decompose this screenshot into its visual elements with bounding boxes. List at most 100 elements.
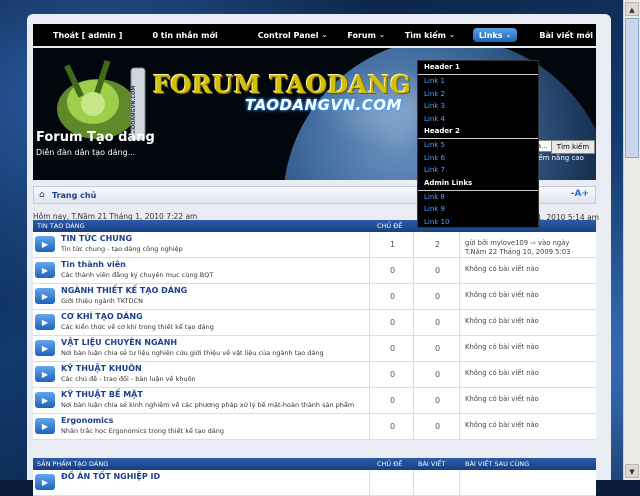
last-post[interactable]: Không có bài viết nào [465, 265, 575, 274]
forum-icon[interactable]: ▶ [35, 262, 55, 278]
nav-private-messages[interactable]: 0 tin nhắn mới [142, 31, 227, 40]
column-divider [459, 258, 460, 283]
column-divider [413, 284, 414, 309]
forum-name[interactable]: VẬT LIỆU CHUYÊN NGÀNH [61, 338, 177, 347]
nav-control-panel[interactable]: Control Panel ⌄ [248, 31, 338, 40]
scroll-down-arrow-icon[interactable]: ▼ [625, 464, 639, 478]
column-divider [459, 362, 460, 387]
nav-label: Thoát [ admin ] [53, 30, 123, 40]
column-divider [459, 414, 460, 439]
logo-subtitle: TAODANGVN.COM [245, 96, 402, 114]
forum-name[interactable]: NGÀNH THIẾT KẾ TẠO DÁNG [61, 286, 187, 295]
scroll-thumb[interactable] [625, 18, 639, 158]
column-divider [369, 284, 370, 309]
topic-count: 0 [390, 292, 396, 301]
last-post[interactable]: Không có bài viết nào [465, 395, 575, 404]
topic-count: 0 [390, 318, 396, 327]
font-size-toggle[interactable]: -A+ [571, 189, 589, 199]
forum-icon[interactable]: ▶ [35, 366, 55, 382]
dropdown-link[interactable]: Link 2 [418, 88, 538, 101]
topic-count: 0 [390, 370, 396, 379]
column-divider [459, 470, 460, 495]
post-count: 0 [435, 422, 441, 431]
column-divider [369, 336, 370, 361]
dropdown-header: Header 1 [418, 61, 538, 75]
last-post[interactable]: Không có bài viết nào [465, 317, 575, 326]
forum-row: ▶ VẬT LIỆU CHUYÊN NGÀNH Nơi bàn luận chia … [33, 336, 596, 362]
forum-icon[interactable]: ▶ [35, 474, 55, 490]
forum-icon[interactable]: ▶ [35, 314, 55, 330]
chevron-down-icon: ⌄ [321, 31, 328, 39]
column-divider [369, 258, 370, 283]
dropdown-link[interactable]: Link 10 [418, 216, 538, 229]
col-topics: CHỦ ĐỀ [377, 460, 403, 468]
home-icon[interactable]: ⌂ [39, 190, 45, 200]
dropdown-link[interactable]: Link 4 [418, 113, 538, 126]
forum-row: ▶ KỸ THUẬT KHUÔN Các chủ đề - trao đổi - b… [33, 362, 596, 388]
category-title[interactable]: SẢN PHẨM TẠO DÁNG [37, 460, 108, 468]
col-topics: CHỦ ĐỀ [377, 222, 403, 230]
column-divider [413, 414, 414, 439]
category-header: SẢN PHẨM TẠO DÁNG CHỦ ĐỀ BÀI VIẾT BÀI VI… [33, 458, 596, 470]
chevron-down-icon: ⌄ [505, 31, 512, 39]
breadcrumb-home[interactable]: Trang chủ [52, 191, 96, 200]
column-divider [369, 310, 370, 335]
forum-row: ▶ TIN TỨC CHUNG Tin tức chung - tạo dáng c… [33, 232, 596, 265]
column-divider [459, 336, 460, 361]
vertical-scrollbar[interactable]: ▲ ▼ [623, 0, 640, 480]
nav-label: Tìm kiếm [404, 30, 446, 40]
forum-description: Các chủ đề - trao đổi - bàn luận về khuô… [61, 375, 196, 383]
logo-side-text: TAODANGVN.COM [131, 85, 137, 136]
forum-icon[interactable]: ▶ [35, 418, 55, 434]
column-divider [459, 388, 460, 413]
forum-icon[interactable]: ▶ [35, 340, 55, 356]
forum-row: ▶ ĐỒ ÁN TỐT NGHIỆP ID [33, 470, 596, 496]
column-divider [459, 232, 460, 257]
nav-search[interactable]: Tìm kiếm ⌄ [395, 31, 465, 40]
scroll-up-arrow-icon[interactable]: ▲ [625, 2, 639, 16]
post-count: 0 [435, 396, 441, 405]
last-post[interactable]: Không có bài viết nào [465, 421, 575, 430]
last-post[interactable]: Không có bài viết nào [465, 343, 575, 352]
dropdown-link[interactable]: Link 8 [418, 191, 538, 204]
topic-count: 1 [390, 240, 396, 249]
forum-icon[interactable]: ▶ [35, 236, 55, 252]
dropdown-link[interactable]: Link 9 [418, 203, 538, 216]
forum-icon[interactable]: ▶ [35, 392, 55, 408]
col-posts: BÀI VIẾT [418, 460, 446, 468]
forum-row: ▶ Tin thành viên Các thành viên đăng ký ch… [33, 258, 596, 284]
dropdown-link[interactable]: Link 7 [418, 164, 538, 177]
dropdown-link[interactable]: Link 6 [418, 152, 538, 165]
column-divider [413, 232, 414, 257]
forum-icon[interactable]: ▶ [35, 288, 55, 304]
post-count: 2 [435, 240, 441, 249]
forum-description: Nơi bàn luận chia sẻ tư liệu nghiên cứu … [61, 349, 324, 357]
dropdown-link[interactable]: Link 1 [418, 75, 538, 88]
dropdown-link[interactable]: Link 3 [418, 100, 538, 113]
column-divider [369, 388, 370, 413]
category-block: SẢN PHẨM TẠO DÁNG CHỦ ĐỀ BÀI VIẾT BÀI VI… [33, 458, 596, 496]
search-button[interactable]: Tìm kiếm [551, 140, 595, 154]
nav-logout[interactable]: Thoát [ admin ] [43, 31, 132, 40]
forum-name[interactable]: Ergonomics [61, 416, 113, 425]
forum-name[interactable]: CƠ KHÍ TẠO DÁNG [61, 312, 143, 321]
forum-name[interactable]: TIN TỨC CHUNG [61, 234, 132, 243]
nav-new-posts[interactable]: Bài viết mới [529, 31, 603, 40]
last-post[interactable]: Không có bài viết nào [465, 291, 575, 300]
forum-description: Các kiến thức về cơ khí trong thiết kế t… [61, 323, 214, 331]
dropdown-link[interactable]: Link 5 [418, 139, 538, 152]
column-divider [459, 310, 460, 335]
column-divider [459, 284, 460, 309]
last-post[interactable]: Không có bài viết nào [465, 369, 575, 378]
forum-name[interactable]: KỸ THUẬT BỀ MẶT [61, 390, 143, 399]
nav-links[interactable]: Links ⌄ [472, 28, 518, 42]
col-last-post: BÀI VIẾT SAU CÙNG [465, 460, 530, 468]
forum-title[interactable]: Forum Tạo dáng [36, 130, 155, 145]
nav-label: Bài viết mới [539, 30, 593, 40]
forum-name[interactable]: Tin thành viên [61, 260, 126, 269]
nav-forum[interactable]: Forum ⌄ [337, 31, 395, 40]
post-count: 0 [435, 344, 441, 353]
category-title[interactable]: TIN TẠO DÁNG [37, 222, 85, 230]
column-divider [413, 336, 414, 361]
forum-name[interactable]: KỸ THUẬT KHUÔN [61, 364, 142, 373]
